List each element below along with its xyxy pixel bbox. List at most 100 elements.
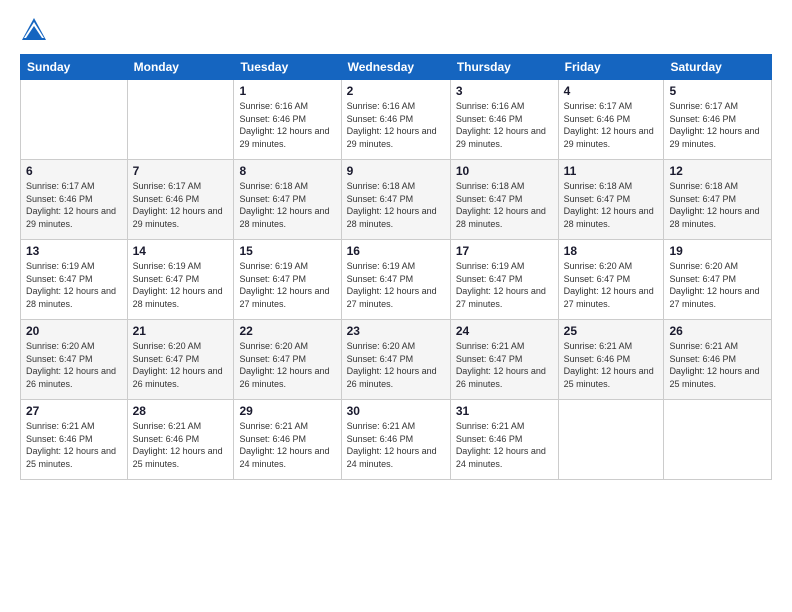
day-info: Sunrise: 6:21 AM Sunset: 6:46 PM Dayligh…	[564, 340, 659, 390]
day-number: 27	[26, 404, 122, 418]
day-number: 15	[239, 244, 335, 258]
calendar-cell: 14 Sunrise: 6:19 AM Sunset: 6:47 PM Dayli…	[127, 240, 234, 320]
calendar-cell: 15 Sunrise: 6:19 AM Sunset: 6:47 PM Dayli…	[234, 240, 341, 320]
day-number: 31	[456, 404, 553, 418]
day-number: 8	[239, 164, 335, 178]
day-info: Sunrise: 6:21 AM Sunset: 6:46 PM Dayligh…	[347, 420, 445, 470]
day-info: Sunrise: 6:19 AM Sunset: 6:47 PM Dayligh…	[26, 260, 122, 310]
day-info: Sunrise: 6:20 AM Sunset: 6:47 PM Dayligh…	[347, 340, 445, 390]
calendar-cell: 21 Sunrise: 6:20 AM Sunset: 6:47 PM Dayli…	[127, 320, 234, 400]
day-number: 28	[133, 404, 229, 418]
day-info: Sunrise: 6:17 AM Sunset: 6:46 PM Dayligh…	[133, 180, 229, 230]
page: SundayMondayTuesdayWednesdayThursdayFrid…	[0, 0, 792, 612]
day-number: 11	[564, 164, 659, 178]
calendar-cell: 29 Sunrise: 6:21 AM Sunset: 6:46 PM Dayli…	[234, 400, 341, 480]
calendar-cell: 24 Sunrise: 6:21 AM Sunset: 6:47 PM Dayli…	[450, 320, 558, 400]
day-number: 23	[347, 324, 445, 338]
calendar-cell: 9 Sunrise: 6:18 AM Sunset: 6:47 PM Daylig…	[341, 160, 450, 240]
day-info: Sunrise: 6:21 AM Sunset: 6:47 PM Dayligh…	[456, 340, 553, 390]
day-info: Sunrise: 6:17 AM Sunset: 6:46 PM Dayligh…	[669, 100, 766, 150]
weekday-header-monday: Monday	[127, 55, 234, 80]
calendar-cell: 27 Sunrise: 6:21 AM Sunset: 6:46 PM Dayli…	[21, 400, 128, 480]
calendar-cell	[21, 80, 128, 160]
logo	[20, 16, 52, 44]
calendar-cell: 18 Sunrise: 6:20 AM Sunset: 6:47 PM Dayli…	[558, 240, 664, 320]
day-info: Sunrise: 6:21 AM Sunset: 6:46 PM Dayligh…	[133, 420, 229, 470]
day-number: 24	[456, 324, 553, 338]
calendar-week-row: 6 Sunrise: 6:17 AM Sunset: 6:46 PM Daylig…	[21, 160, 772, 240]
calendar-cell: 25 Sunrise: 6:21 AM Sunset: 6:46 PM Dayli…	[558, 320, 664, 400]
day-number: 25	[564, 324, 659, 338]
calendar-week-row: 27 Sunrise: 6:21 AM Sunset: 6:46 PM Dayli…	[21, 400, 772, 480]
day-number: 1	[239, 84, 335, 98]
day-info: Sunrise: 6:17 AM Sunset: 6:46 PM Dayligh…	[26, 180, 122, 230]
weekday-header-tuesday: Tuesday	[234, 55, 341, 80]
day-info: Sunrise: 6:19 AM Sunset: 6:47 PM Dayligh…	[456, 260, 553, 310]
calendar-cell	[664, 400, 772, 480]
day-number: 29	[239, 404, 335, 418]
day-number: 20	[26, 324, 122, 338]
calendar-cell: 5 Sunrise: 6:17 AM Sunset: 6:46 PM Daylig…	[664, 80, 772, 160]
weekday-header-saturday: Saturday	[664, 55, 772, 80]
day-info: Sunrise: 6:21 AM Sunset: 6:46 PM Dayligh…	[669, 340, 766, 390]
day-number: 6	[26, 164, 122, 178]
header	[20, 16, 772, 44]
day-info: Sunrise: 6:20 AM Sunset: 6:47 PM Dayligh…	[564, 260, 659, 310]
calendar-cell: 2 Sunrise: 6:16 AM Sunset: 6:46 PM Daylig…	[341, 80, 450, 160]
day-number: 21	[133, 324, 229, 338]
calendar-cell	[558, 400, 664, 480]
calendar-cell	[127, 80, 234, 160]
day-info: Sunrise: 6:18 AM Sunset: 6:47 PM Dayligh…	[347, 180, 445, 230]
day-number: 5	[669, 84, 766, 98]
day-info: Sunrise: 6:16 AM Sunset: 6:46 PM Dayligh…	[347, 100, 445, 150]
calendar-cell: 4 Sunrise: 6:17 AM Sunset: 6:46 PM Daylig…	[558, 80, 664, 160]
weekday-header-wednesday: Wednesday	[341, 55, 450, 80]
day-number: 2	[347, 84, 445, 98]
calendar-cell: 12Sunrise: 6:18 AM Sunset: 6:47 PM Dayli…	[664, 160, 772, 240]
day-info: Sunrise: 6:19 AM Sunset: 6:47 PM Dayligh…	[239, 260, 335, 310]
day-info: Sunrise: 6:20 AM Sunset: 6:47 PM Dayligh…	[239, 340, 335, 390]
calendar-cell: 31Sunrise: 6:21 AM Sunset: 6:46 PM Dayli…	[450, 400, 558, 480]
day-info: Sunrise: 6:20 AM Sunset: 6:47 PM Dayligh…	[133, 340, 229, 390]
day-number: 18	[564, 244, 659, 258]
day-number: 16	[347, 244, 445, 258]
day-info: Sunrise: 6:16 AM Sunset: 6:46 PM Dayligh…	[456, 100, 553, 150]
day-number: 9	[347, 164, 445, 178]
day-number: 12	[669, 164, 766, 178]
day-info: Sunrise: 6:21 AM Sunset: 6:46 PM Dayligh…	[239, 420, 335, 470]
day-info: Sunrise: 6:16 AM Sunset: 6:46 PM Dayligh…	[239, 100, 335, 150]
day-number: 17	[456, 244, 553, 258]
day-info: Sunrise: 6:21 AM Sunset: 6:46 PM Dayligh…	[26, 420, 122, 470]
day-info: Sunrise: 6:18 AM Sunset: 6:47 PM Dayligh…	[239, 180, 335, 230]
day-info: Sunrise: 6:20 AM Sunset: 6:47 PM Dayligh…	[669, 260, 766, 310]
day-number: 4	[564, 84, 659, 98]
calendar-cell: 28 Sunrise: 6:21 AM Sunset: 6:46 PM Dayli…	[127, 400, 234, 480]
calendar-cell: 8 Sunrise: 6:18 AM Sunset: 6:47 PM Daylig…	[234, 160, 341, 240]
calendar-cell: 22 Sunrise: 6:20 AM Sunset: 6:47 PM Dayli…	[234, 320, 341, 400]
calendar-cell: 17 Sunrise: 6:19 AM Sunset: 6:47 PM Dayli…	[450, 240, 558, 320]
calendar-table: SundayMondayTuesdayWednesdayThursdayFrid…	[20, 54, 772, 480]
day-info: Sunrise: 6:18 AM Sunset: 6:47 PM Dayligh…	[564, 180, 659, 230]
day-info: Sunrise: 6:19 AM Sunset: 6:47 PM Dayligh…	[133, 260, 229, 310]
calendar-cell: 13Sunrise: 6:19 AM Sunset: 6:47 PM Dayli…	[21, 240, 128, 320]
calendar-cell: 3 Sunrise: 6:16 AM Sunset: 6:46 PM Daylig…	[450, 80, 558, 160]
calendar-cell: 26 Sunrise: 6:21 AM Sunset: 6:46 PM Dayli…	[664, 320, 772, 400]
calendar-cell: 19 Sunrise: 6:20 AM Sunset: 6:47 PM Dayli…	[664, 240, 772, 320]
day-number: 3	[456, 84, 553, 98]
calendar-cell: 7 Sunrise: 6:17 AM Sunset: 6:46 PM Daylig…	[127, 160, 234, 240]
day-number: 14	[133, 244, 229, 258]
calendar-week-row: 1 Sunrise: 6:16 AM Sunset: 6:46 PM Daylig…	[21, 80, 772, 160]
day-info: Sunrise: 6:18 AM Sunset: 6:47 PM Dayligh…	[456, 180, 553, 230]
day-number: 30	[347, 404, 445, 418]
logo-icon	[20, 16, 48, 44]
day-info: Sunrise: 6:17 AM Sunset: 6:46 PM Dayligh…	[564, 100, 659, 150]
calendar-week-row: 13Sunrise: 6:19 AM Sunset: 6:47 PM Dayli…	[21, 240, 772, 320]
calendar-cell: 1 Sunrise: 6:16 AM Sunset: 6:46 PM Daylig…	[234, 80, 341, 160]
day-number: 19	[669, 244, 766, 258]
calendar-cell: 23 Sunrise: 6:20 AM Sunset: 6:47 PM Dayli…	[341, 320, 450, 400]
day-number: 7	[133, 164, 229, 178]
calendar-cell: 10Sunrise: 6:18 AM Sunset: 6:47 PM Dayli…	[450, 160, 558, 240]
day-number: 26	[669, 324, 766, 338]
day-number: 22	[239, 324, 335, 338]
weekday-header-sunday: Sunday	[21, 55, 128, 80]
